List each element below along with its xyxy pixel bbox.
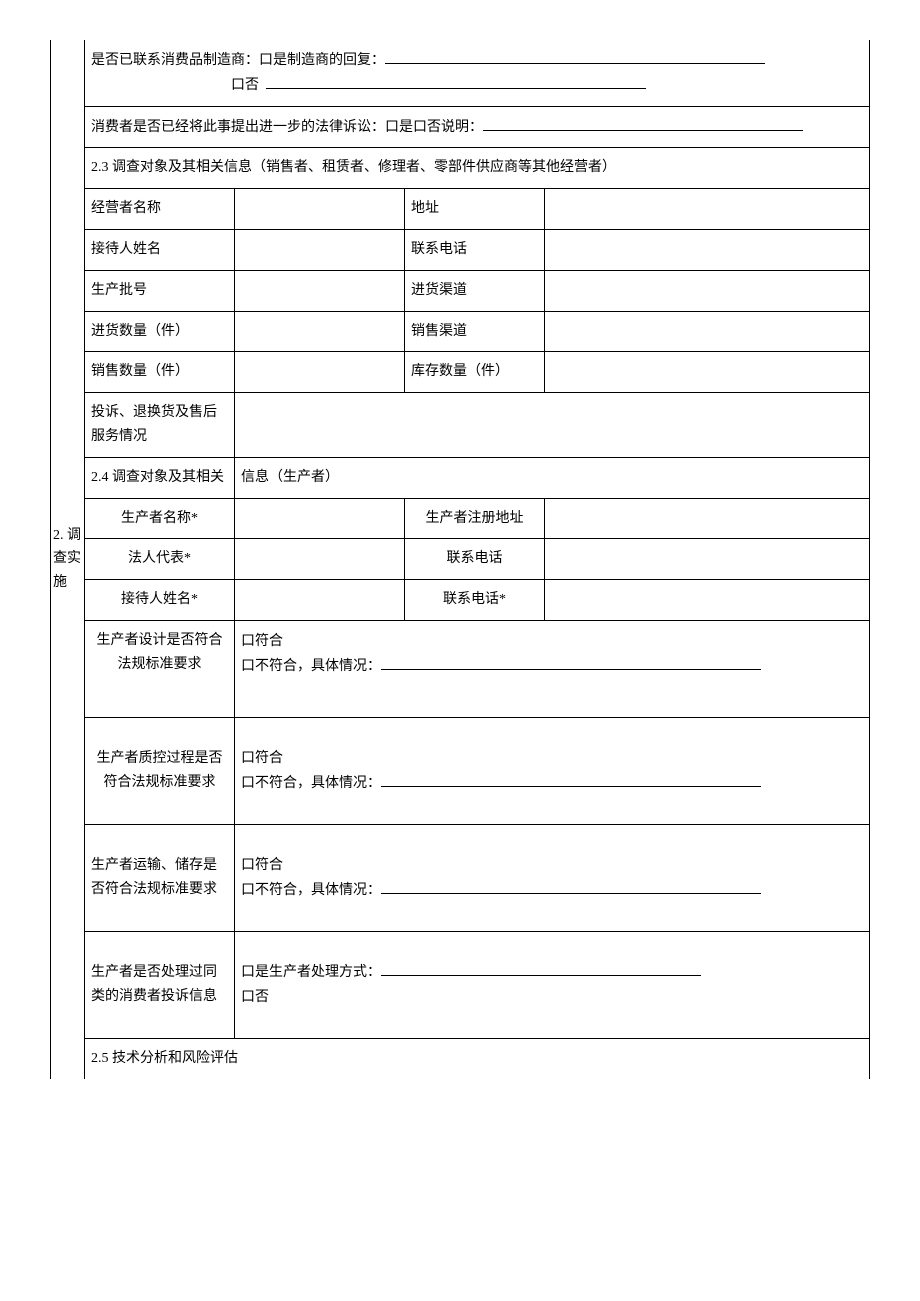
- design-compliance-label: 生产者设计是否符合法规标准要求: [85, 620, 235, 717]
- batch-number-label: 生产批号: [85, 270, 235, 311]
- producer-receptionist-value[interactable]: [235, 580, 405, 621]
- legal-prefix: 消费者是否已经将此事提出进一步的法律诉讼：: [91, 120, 385, 135]
- design-conform-option[interactable]: 口符合: [241, 632, 283, 648]
- section-2-3-header: 2.3 调查对象及其相关信息（销售者、租赁者、修理者、零部件供应商等其他经营者）: [85, 148, 870, 189]
- producer-name-value[interactable]: [235, 498, 405, 539]
- qc-conform-option[interactable]: 口符合: [241, 749, 283, 765]
- complaint-aftersale-value[interactable]: [235, 393, 870, 458]
- producer-reg-address-label: 生产者注册地址: [405, 498, 545, 539]
- side-section-label: 2. 调查实施: [51, 40, 85, 1079]
- producer-reg-address-value[interactable]: [545, 498, 870, 539]
- qc-nonconform-option[interactable]: 口不符合，具体情况：: [241, 774, 381, 790]
- stock-qty-label: 库存数量（件）: [405, 352, 545, 393]
- qc-nonconform-blank[interactable]: [381, 772, 761, 787]
- contacted-prefix: 是否已联系消费品制造商：: [91, 53, 259, 68]
- stock-qty-value[interactable]: [545, 352, 870, 393]
- section-2-4-left: 2.4 调查对象及其相关: [85, 457, 235, 498]
- similar-no-option[interactable]: 口否: [241, 988, 269, 1004]
- row-contacted-manufacturer: 是否已联系消费品制造商：口是制造商的回复： 口否: [85, 40, 870, 106]
- sales-channel-label: 销售渠道: [405, 311, 545, 352]
- qc-compliance-value: 口符合 口不符合，具体情况：: [235, 717, 870, 824]
- purchase-channel-label: 进货渠道: [405, 270, 545, 311]
- legal-note-blank[interactable]: [483, 116, 803, 131]
- design-compliance-value: 口符合 口不符合，具体情况：: [235, 620, 870, 717]
- contacted-yes-option[interactable]: 口是制造商的回复：: [259, 51, 385, 67]
- contact-phone-label: 联系电话: [405, 229, 545, 270]
- similar-method-blank[interactable]: [381, 961, 701, 976]
- row-legal-action: 消费者是否已经将此事提出进一步的法律诉讼：口是口否说明：: [85, 106, 870, 148]
- operator-name-label: 经营者名称: [85, 189, 235, 230]
- transport-nonconform-option[interactable]: 口不符合，具体情况：: [241, 881, 381, 897]
- sales-qty-label: 销售数量（件）: [85, 352, 235, 393]
- design-nonconform-option[interactable]: 口不符合，具体情况：: [241, 657, 381, 673]
- similar-yes-option[interactable]: 口是生产者处理方式：: [241, 963, 381, 979]
- complaint-aftersale-label: 投诉、退换货及售后服务情况: [85, 393, 235, 458]
- producer-receptionist-phone-label: 联系电话*: [405, 580, 545, 621]
- qc-compliance-label: 生产者质控过程是否符合法规标准要求: [85, 717, 235, 824]
- contacted-no-blank: [266, 74, 646, 89]
- transport-conform-option[interactable]: 口符合: [241, 856, 283, 872]
- transport-compliance-value: 口符合 口不符合，具体情况：: [235, 824, 870, 931]
- manufacturer-reply-blank[interactable]: [385, 49, 765, 64]
- producer-name-label: 生产者名称*: [85, 498, 235, 539]
- address-value[interactable]: [545, 189, 870, 230]
- producer-contact-phone-label: 联系电话: [405, 539, 545, 580]
- contact-phone-value[interactable]: [545, 229, 870, 270]
- purchase-channel-value[interactable]: [545, 270, 870, 311]
- transport-nonconform-blank[interactable]: [381, 879, 761, 894]
- receptionist-name-value[interactable]: [235, 229, 405, 270]
- contacted-no-option[interactable]: 口否: [231, 76, 259, 92]
- sales-channel-value[interactable]: [545, 311, 870, 352]
- design-nonconform-blank[interactable]: [381, 655, 761, 670]
- section-2-4-right: 信息（生产者）: [235, 457, 870, 498]
- producer-receptionist-label: 接待人姓名*: [85, 580, 235, 621]
- receptionist-name-label: 接待人姓名: [85, 229, 235, 270]
- batch-number-value[interactable]: [235, 270, 405, 311]
- legal-rep-label: 法人代表*: [85, 539, 235, 580]
- purchase-qty-label: 进货数量（件）: [85, 311, 235, 352]
- producer-receptionist-phone-value[interactable]: [545, 580, 870, 621]
- similar-complaints-label: 生产者是否处理过同类的消费者投诉信息: [85, 931, 235, 1038]
- legal-options[interactable]: 口是口否说明：: [385, 118, 483, 134]
- similar-complaints-value: 口是生产者处理方式： 口否: [235, 931, 870, 1038]
- sales-qty-value[interactable]: [235, 352, 405, 393]
- legal-rep-value[interactable]: [235, 539, 405, 580]
- producer-contact-phone-value[interactable]: [545, 539, 870, 580]
- section-2-5-header: 2.5 技术分析和风险评估: [85, 1038, 870, 1078]
- purchase-qty-value[interactable]: [235, 311, 405, 352]
- transport-compliance-label: 生产者运输、储存是否符合法规标准要求: [85, 824, 235, 931]
- address-label: 地址: [405, 189, 545, 230]
- operator-name-value[interactable]: [235, 189, 405, 230]
